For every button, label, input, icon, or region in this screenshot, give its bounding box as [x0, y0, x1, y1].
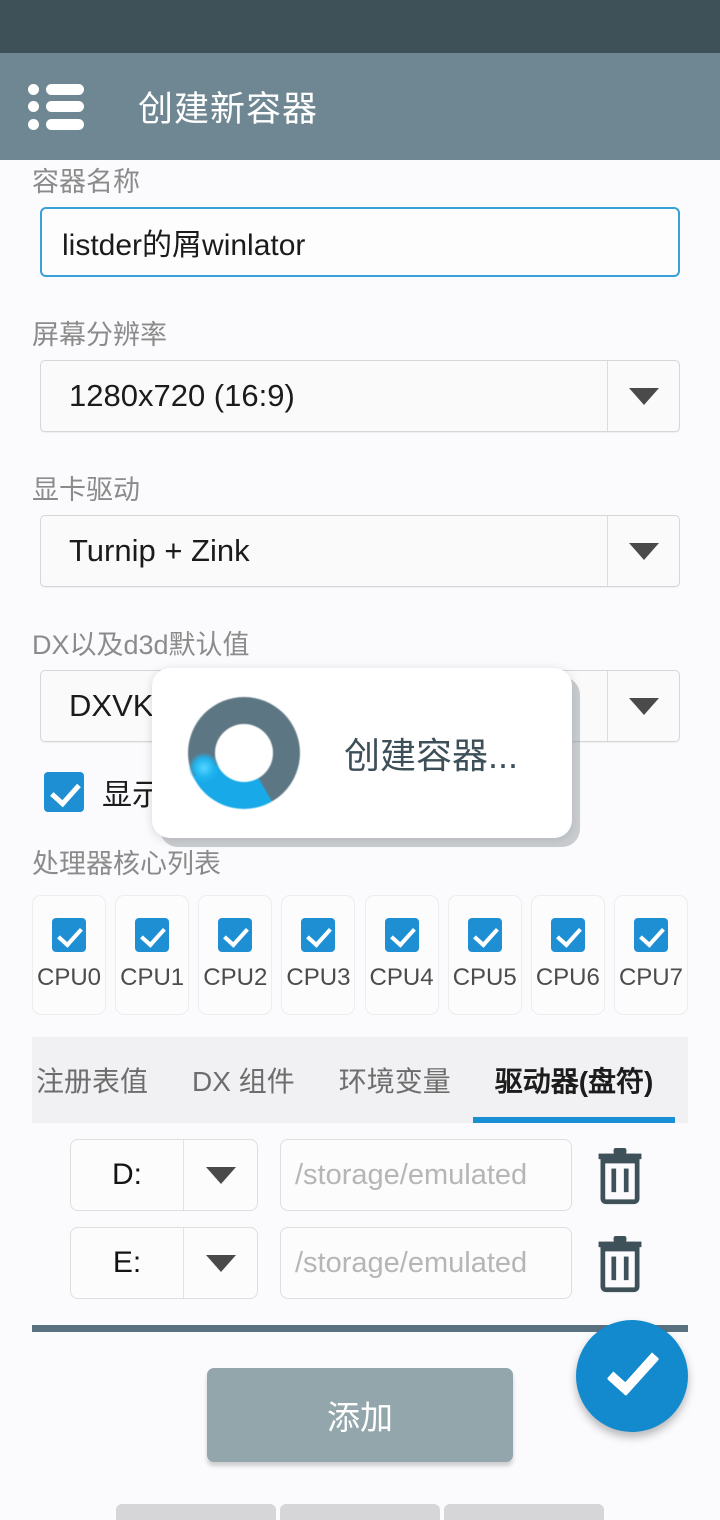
cpu-core-item[interactable]: CPU7 — [613, 895, 688, 1015]
graphics-driver-value: Turnip + Zink — [69, 533, 250, 568]
tab-drives[interactable]: 驱动器(盘符) — [472, 1037, 676, 1123]
chevron-down-icon[interactable] — [183, 1140, 257, 1210]
loading-dialog: 创建容器... — [152, 668, 572, 838]
container-name-input[interactable]: listder的屑winlator — [40, 207, 680, 277]
page-title: 创建新容器 — [138, 90, 319, 129]
loading-dialog-message: 创建容器... — [344, 735, 519, 776]
cpu-core-checkbox[interactable] — [550, 918, 585, 952]
cpu-core-label: CPU2 — [203, 964, 268, 991]
tab-dx-components[interactable]: DX 组件 — [170, 1037, 317, 1123]
tab-registry-values[interactable]: 注册表值 — [32, 1037, 170, 1123]
drive-letter-value: D: — [112, 1158, 142, 1191]
cpu-core-checkbox[interactable] — [52, 918, 86, 952]
graphics-driver-select[interactable]: Turnip + Zink — [40, 515, 680, 587]
check-icon — [606, 1341, 660, 1397]
delete-icon[interactable] — [594, 1145, 646, 1205]
cpu-core-list: CPU0 CPU1 CPU2 CPU3 CPU4 CPU5 CPU6 CPU7 — [32, 895, 688, 1015]
graphics-driver-label: 显卡驱动 — [32, 475, 140, 505]
cpu-core-label: CPU3 — [286, 964, 351, 991]
section-divider — [32, 1325, 688, 1332]
loading-spinner-icon — [188, 697, 300, 809]
cpu-core-item[interactable]: CPU3 — [281, 895, 356, 1015]
cpu-core-checkbox[interactable] — [301, 918, 336, 952]
cpu-core-item[interactable]: CPU0 — [32, 895, 106, 1015]
chevron-down-icon[interactable] — [607, 671, 679, 741]
drive-path-input[interactable]: /storage/emulated — [280, 1139, 572, 1211]
chevron-down-icon[interactable] — [183, 1228, 257, 1298]
cpu-core-checkbox[interactable] — [384, 918, 419, 952]
delete-icon[interactable] — [594, 1233, 646, 1293]
list-menu-icon[interactable] — [28, 83, 84, 130]
cpu-core-label: CPU0 — [36, 964, 102, 991]
cpu-core-item[interactable]: CPU1 — [115, 895, 190, 1015]
drive-path-input[interactable]: /storage/emulated — [280, 1227, 572, 1299]
app-screen: 创建新容器 容器名称 listder的屑winlator 屏幕分辨率 1280x… — [0, 0, 720, 1520]
confirm-fab-button[interactable] — [576, 1320, 688, 1432]
cpu-core-label: CPU7 — [618, 964, 683, 991]
nav-hint-item — [280, 1504, 440, 1520]
screen-resolution-label: 屏幕分辨率 — [32, 320, 167, 350]
drive-letter-value: E: — [112, 1246, 142, 1279]
cpu-core-item[interactable]: CPU4 — [364, 895, 439, 1015]
container-name-label: 容器名称 — [32, 167, 140, 197]
cpu-core-checkbox[interactable] — [135, 918, 170, 952]
chevron-down-icon[interactable] — [607, 361, 679, 431]
drive-row: D: /storage/emulated — [70, 1139, 720, 1211]
status-bar — [0, 0, 720, 53]
cpu-core-item[interactable]: CPU2 — [198, 895, 273, 1015]
cpu-core-label: CPU1 — [120, 964, 185, 991]
cpu-core-checkbox[interactable] — [218, 918, 253, 952]
drive-letter-select[interactable]: D: — [70, 1139, 258, 1211]
cpu-core-checkbox[interactable] — [633, 918, 668, 952]
show-option-checkbox[interactable] — [44, 772, 84, 812]
nav-hint-item — [444, 1504, 604, 1520]
drive-letter-select[interactable]: E: — [70, 1227, 258, 1299]
cpu-core-label: CPU4 — [369, 964, 434, 991]
cpu-core-item[interactable]: CPU5 — [447, 895, 522, 1015]
cpu-core-item[interactable]: CPU6 — [530, 895, 605, 1015]
settings-tab-bar: 注册表值 DX 组件 环境变量 驱动器(盘符) — [32, 1037, 688, 1123]
cpu-core-checkbox[interactable] — [467, 918, 502, 952]
cpu-core-label: CPU6 — [535, 964, 600, 991]
dx-defaults-label: DX以及d3d默认值 — [32, 630, 250, 660]
screen-resolution-select[interactable]: 1280x720 (16:9) — [40, 360, 680, 432]
chevron-down-icon[interactable] — [607, 516, 679, 586]
screen-resolution-value: 1280x720 (16:9) — [69, 378, 295, 413]
cpu-core-label: CPU5 — [452, 964, 517, 991]
navigation-bar-hint — [0, 1504, 720, 1520]
tab-environment-variables[interactable]: 环境变量 — [317, 1037, 473, 1123]
app-bar: 创建新容器 — [0, 53, 720, 160]
drive-row: E: /storage/emulated — [70, 1227, 720, 1299]
add-button[interactable]: 添加 — [207, 1368, 513, 1462]
cpu-section-label: 处理器核心列表 — [32, 849, 221, 879]
nav-hint-item — [116, 1504, 276, 1520]
